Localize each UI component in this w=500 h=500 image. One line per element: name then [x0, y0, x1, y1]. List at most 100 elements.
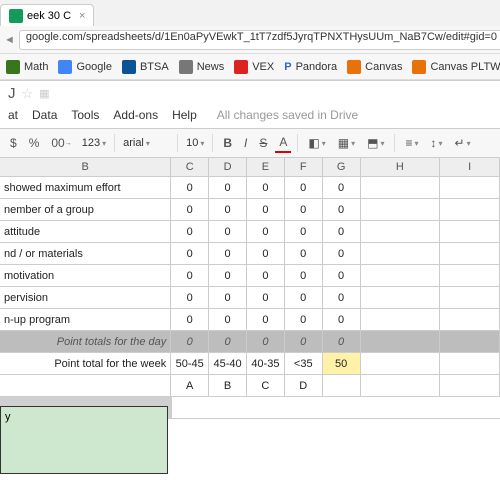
data-cell[interactable]: 0 — [323, 265, 361, 286]
wrap-button[interactable]: ↵▾ — [451, 134, 475, 152]
data-cell[interactable]: 0 — [171, 309, 209, 330]
fill-color-button[interactable]: ◧▾ — [304, 134, 329, 152]
spreadsheet-grid[interactable]: B C D E F G H I showed maximum effort000… — [0, 158, 500, 419]
week-g[interactable]: 50 — [323, 353, 361, 374]
url-input[interactable]: google.com/spreadsheets/d/1En0aPyVEwkT_1… — [19, 30, 500, 50]
data-cell[interactable]: 0 — [247, 287, 285, 308]
data-cell[interactable]: 0 — [323, 221, 361, 242]
row-label[interactable]: nd / or materials — [0, 243, 171, 264]
data-cell[interactable]: 0 — [285, 199, 323, 220]
close-icon[interactable]: × — [79, 10, 85, 22]
col-header-h[interactable]: H — [361, 158, 441, 176]
col-header-f[interactable]: F — [285, 158, 323, 176]
strike-button[interactable]: S — [255, 134, 271, 152]
grade-b[interactable]: B — [209, 375, 247, 396]
align-button[interactable]: ≡▾ — [401, 134, 422, 152]
col-header-e[interactable]: E — [247, 158, 285, 176]
grade-a[interactable]: A — [171, 375, 209, 396]
data-cell[interactable]: 0 — [209, 199, 247, 220]
week-f[interactable]: <35 — [285, 353, 323, 374]
data-cell[interactable]: 0 — [285, 265, 323, 286]
data-cell[interactable]: 0 — [209, 265, 247, 286]
col-header-d[interactable]: D — [209, 158, 247, 176]
totals-f[interactable]: 0 — [285, 331, 323, 352]
data-cell[interactable]: 0 — [209, 177, 247, 198]
data-cell[interactable]: 0 — [209, 243, 247, 264]
bold-button[interactable]: B — [219, 134, 236, 152]
menu-addons[interactable]: Add-ons — [113, 108, 158, 122]
col-header-g[interactable]: G — [323, 158, 361, 176]
totals-d[interactable]: 0 — [209, 331, 247, 352]
data-cell[interactable]: 0 — [247, 265, 285, 286]
bookmark-canvas[interactable]: Canvas — [347, 60, 402, 74]
text-color-button[interactable]: A — [275, 133, 291, 153]
col-header-i[interactable]: I — [440, 158, 500, 176]
bookmark-btsa[interactable]: BTSA — [122, 60, 169, 74]
row-label[interactable]: nember of a group — [0, 199, 171, 220]
data-cell[interactable]: 0 — [171, 265, 209, 286]
folder-icon[interactable]: ▦ — [39, 87, 49, 100]
totals-g[interactable]: 0 — [323, 331, 361, 352]
row-label[interactable]: motivation — [0, 265, 171, 286]
totals-e[interactable]: 0 — [247, 331, 285, 352]
data-cell[interactable]: 0 — [247, 243, 285, 264]
data-cell[interactable]: 0 — [285, 287, 323, 308]
col-header-c[interactable]: C — [171, 158, 209, 176]
data-cell[interactable]: 0 — [209, 309, 247, 330]
merge-button[interactable]: ⬒▾ — [363, 134, 388, 152]
comment-box[interactable]: y — [0, 406, 168, 474]
menu-data[interactable]: Data — [32, 108, 57, 122]
bookmark-pandora[interactable]: PPandora — [284, 61, 337, 73]
col-header-b[interactable]: B — [0, 158, 171, 176]
bookmark-vex[interactable]: VEX — [234, 60, 274, 74]
bookmark-math[interactable]: Math — [6, 60, 48, 74]
star-icon[interactable]: ☆ — [22, 86, 34, 102]
data-cell[interactable]: 0 — [171, 287, 209, 308]
data-cell[interactable]: 0 — [209, 221, 247, 242]
row-label[interactable]: pervision — [0, 287, 171, 308]
data-cell[interactable]: 0 — [323, 243, 361, 264]
font-select[interactable]: arial▾ — [121, 136, 171, 150]
menu-tools[interactable]: Tools — [71, 108, 99, 122]
data-cell[interactable]: 0 — [247, 221, 285, 242]
bookmark-news[interactable]: News — [179, 60, 225, 74]
data-cell[interactable]: 0 — [247, 177, 285, 198]
data-cell[interactable]: 0 — [171, 243, 209, 264]
valign-button[interactable]: ↕▾ — [427, 134, 447, 152]
week-e[interactable]: 40-35 — [247, 353, 285, 374]
row-label[interactable]: attitude — [0, 221, 171, 242]
data-cell[interactable]: 0 — [247, 199, 285, 220]
data-cell[interactable]: 0 — [323, 287, 361, 308]
italic-button[interactable]: I — [240, 134, 251, 152]
data-cell[interactable]: 0 — [285, 243, 323, 264]
number-format-select[interactable]: 123▾ — [80, 136, 108, 150]
grade-d[interactable]: D — [285, 375, 323, 396]
data-cell[interactable]: 0 — [323, 309, 361, 330]
bookmark-google[interactable]: Google — [58, 60, 111, 74]
data-cell[interactable]: 0 — [209, 287, 247, 308]
menu-format[interactable]: at — [8, 108, 18, 122]
browser-tab[interactable]: eek 30 C × — [0, 4, 94, 26]
data-cell[interactable]: 0 — [171, 221, 209, 242]
totals-c[interactable]: 0 — [171, 331, 209, 352]
data-cell[interactable]: 0 — [171, 177, 209, 198]
font-size-select[interactable]: 10▾ — [184, 136, 206, 150]
week-d[interactable]: 45-40 — [209, 353, 247, 374]
week-c[interactable]: 50-45 — [171, 353, 209, 374]
data-cell[interactable]: 0 — [285, 309, 323, 330]
decimal-button[interactable]: 00→ — [47, 134, 75, 152]
data-cell[interactable]: 0 — [323, 177, 361, 198]
data-cell[interactable]: 0 — [171, 199, 209, 220]
currency-button[interactable]: $ — [6, 134, 21, 152]
doc-title[interactable]: J — [8, 85, 16, 102]
data-cell[interactable]: 0 — [323, 199, 361, 220]
menu-help[interactable]: Help — [172, 108, 197, 122]
row-label[interactable]: showed maximum effort — [0, 177, 171, 198]
borders-button[interactable]: ▦▾ — [334, 134, 359, 152]
totals-label[interactable]: Point totals for the day — [0, 331, 171, 352]
percent-button[interactable]: % — [25, 134, 44, 152]
data-cell[interactable]: 0 — [285, 177, 323, 198]
back-button[interactable]: ◄ — [4, 29, 15, 51]
data-cell[interactable]: 0 — [247, 309, 285, 330]
data-cell[interactable]: 0 — [285, 221, 323, 242]
